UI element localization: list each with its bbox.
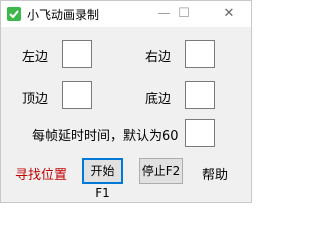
delay-input[interactable] [185,119,215,147]
window-title: 小飞动画录制 [27,8,100,22]
delay-label: 每帧延时时间，默认为60 [32,129,179,144]
help-link[interactable]: 帮助 [202,164,228,183]
left-label: 左边 [22,50,49,65]
right-label: 右边 [145,50,172,65]
stop-button[interactable]: 停止F2 [139,158,183,184]
maximize-icon[interactable]: ☐ [175,5,193,23]
top-label: 顶边 [22,92,49,107]
left-input[interactable] [62,40,92,68]
right-input[interactable] [185,40,215,68]
app-window: 小飞动画录制 — ☐ ✕ 左边 右边 顶边 底边 每帧延时时间，默认为60 寻找… [0,0,252,203]
close-icon[interactable]: ✕ [220,5,238,23]
top-input[interactable] [62,81,92,109]
bottom-label: 底边 [145,92,172,107]
find-position-link[interactable]: 寻找位置 [15,164,67,183]
start-button[interactable]: 开始F1 [82,158,123,200]
title-bar: 小飞动画录制 — ☐ ✕ [1,1,251,27]
bottom-input[interactable] [185,81,215,109]
app-icon [7,7,21,21]
minimize-icon[interactable]: — [155,5,173,23]
